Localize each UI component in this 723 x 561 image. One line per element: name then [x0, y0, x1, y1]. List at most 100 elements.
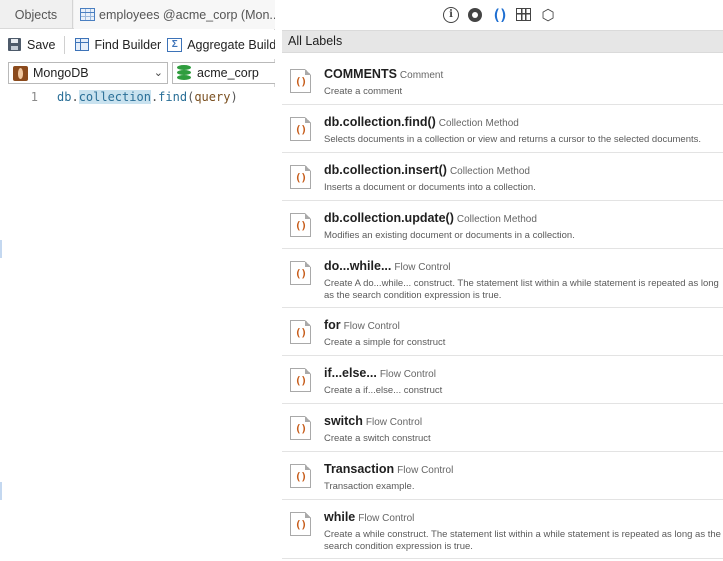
snippet-title: Transaction Flow Control: [324, 462, 453, 476]
snippet-title: db.collection.find() Collection Method: [324, 115, 519, 129]
columns-icon[interactable]: [516, 8, 531, 21]
tab-objects-label: Objects: [14, 7, 58, 22]
hexagon-icon[interactable]: ⬡: [540, 7, 556, 24]
code-token-method: find: [158, 90, 188, 104]
snippet-description: Create A do...while... construct. The st…: [324, 278, 719, 301]
snippet-name: if...else...: [324, 366, 377, 380]
snippet-list: () COMMENTS Comment Create a comment () db.co…: [282, 57, 723, 559]
line-number: 1: [30, 90, 38, 104]
snippet-item[interactable]: () Transaction Flow Control Transaction exa…: [282, 452, 723, 500]
snippet-panel-toolbar: i () ⬡: [276, 0, 723, 29]
snippet-item[interactable]: () for Flow Control Create a simple for con…: [282, 308, 723, 356]
label-filter-header[interactable]: All Labels: [282, 30, 723, 53]
code-editor[interactable]: 1 db.collection.find(query): [0, 87, 275, 561]
schema-select[interactable]: acme_corp: [172, 62, 275, 84]
tab-query-document-label: employees @acme_corp (Mon...: [99, 7, 275, 22]
snippet-category: Flow Control: [358, 513, 415, 524]
find-builder-label: Find Builder: [94, 37, 162, 52]
snippet-title: for Flow Control: [324, 318, 400, 332]
snippet-category: Flow Control: [394, 262, 451, 273]
snippet-file-icon: (): [290, 320, 311, 344]
chevron-down-icon: ⌄: [153, 67, 163, 79]
snippet-file-icon: (): [290, 165, 311, 189]
snippet-title: switch Flow Control: [324, 414, 422, 428]
snippet-item[interactable]: () db.collection.insert() Collection Metho…: [282, 153, 723, 201]
code-token-collection-selected: collection: [78, 90, 151, 104]
aggregate-builder-label: Aggregate Build: [187, 37, 275, 52]
snippet-category: Comment: [399, 70, 444, 81]
snippet-file-icon: (): [290, 117, 311, 141]
snippet-description: Modifies an existing document or documen…: [324, 230, 575, 241]
query-editor-pane: Objects employees @acme_corp (Mon... Sav…: [0, 0, 275, 561]
snippet-description: Selects documents in a collection or vie…: [324, 134, 702, 145]
snippet-file-icon: (): [290, 261, 311, 285]
snippet-name: db.collection.find(): [324, 115, 436, 129]
snippet-file-icon: (): [290, 464, 311, 488]
database-type-select[interactable]: MongoDB ⌄: [8, 62, 168, 84]
save-button[interactable]: Save: [0, 33, 62, 57]
snippet-item[interactable]: () db.collection.find() Collection Method S…: [282, 105, 723, 153]
snippet-name: while: [324, 510, 356, 524]
snippet-category: Flow Control: [379, 369, 436, 380]
tab-objects[interactable]: Objects: [0, 0, 73, 29]
snippet-name: switch: [324, 414, 363, 428]
snippet-name: COMMENTS: [324, 67, 397, 81]
snippet-item[interactable]: () do...while... Flow Control Create A do..…: [282, 249, 723, 308]
eye-icon[interactable]: [468, 7, 482, 22]
database-type-value: MongoDB: [33, 66, 89, 80]
table-icon: [80, 8, 95, 21]
snippet-file-icon: (): [290, 213, 311, 237]
snippet-category: Flow Control: [343, 321, 400, 332]
snippet-description: Create a simple for construct: [324, 337, 446, 348]
code-token-paren: ): [230, 90, 238, 104]
find-builder-icon: [74, 38, 89, 51]
snippet-category: Flow Control: [397, 465, 454, 476]
snippet-file-icon: (): [290, 69, 311, 93]
code-token-db: db: [57, 90, 72, 104]
snippet-description: Transaction example.: [324, 481, 415, 492]
schema-value: acme_corp: [197, 66, 259, 80]
snippet-file-icon: (): [290, 368, 311, 392]
snippet-category: Collection Method: [438, 118, 519, 129]
snippet-title: db.collection.update() Collection Method: [324, 211, 537, 225]
snippet-title: COMMENTS Comment: [324, 67, 443, 81]
snippet-title: while Flow Control: [324, 510, 414, 524]
snippet-description: Create a while construct. The statement …: [324, 529, 721, 552]
code-token-arg: query: [194, 90, 231, 104]
snippet-name: db.collection.insert(): [324, 163, 447, 177]
database-icon: [177, 65, 191, 81]
find-builder-button[interactable]: Find Builder: [67, 33, 168, 57]
snippet-item[interactable]: () if...else... Flow Control Create a if...…: [282, 356, 723, 404]
info-icon[interactable]: i: [443, 6, 459, 23]
code-line-1: db.collection.find(query): [57, 90, 238, 104]
snippet-name: do...while...: [324, 259, 392, 273]
snippet-description: Create a switch construct: [324, 433, 431, 444]
snippet-description: Create a comment: [324, 86, 403, 97]
snippet-item[interactable]: () while Flow Control Create a while constr…: [282, 500, 723, 559]
snippet-category: Collection Method: [449, 166, 530, 177]
snippet-item[interactable]: () switch Flow Control Create a switch cons…: [282, 404, 723, 452]
snippet-title: db.collection.insert() Collection Method: [324, 163, 530, 177]
aggregate-builder-button[interactable]: Σ Aggregate Build: [167, 33, 275, 57]
snippet-name: for: [324, 318, 341, 332]
editor-toolbar: Save Find Builder Σ Aggregate Build: [0, 30, 275, 59]
snippet-name: db.collection.update(): [324, 211, 454, 225]
snippet-file-icon: (): [290, 512, 311, 536]
save-icon: [8, 38, 21, 51]
code-snippet-panel: i () ⬡ All Labels () COMMENTS Comment Creat…: [276, 0, 723, 561]
code-token-dot: .: [71, 90, 79, 104]
snippet-file-icon: (): [290, 416, 311, 440]
scroll-marker: [0, 482, 2, 500]
toolbar-divider: [63, 35, 65, 54]
tab-query-document[interactable]: employees @acme_corp (Mon...: [74, 0, 275, 29]
snippet-description: Inserts a document or documents into a c…: [324, 182, 536, 193]
snippet-title: do...while... Flow Control: [324, 259, 451, 273]
snippet-item[interactable]: () db.collection.update() Collection Metho…: [282, 201, 723, 249]
snippet-title: if...else... Flow Control: [324, 366, 436, 380]
connection-selector-row: MongoDB ⌄ acme_corp: [0, 60, 275, 86]
snippet-item[interactable]: () COMMENTS Comment Create a comment: [282, 57, 723, 105]
mongodb-icon: [13, 65, 28, 81]
aggregate-builder-icon: Σ: [167, 37, 183, 52]
snippet-icon[interactable]: (): [491, 6, 508, 24]
snippet-name: Transaction: [324, 462, 395, 476]
